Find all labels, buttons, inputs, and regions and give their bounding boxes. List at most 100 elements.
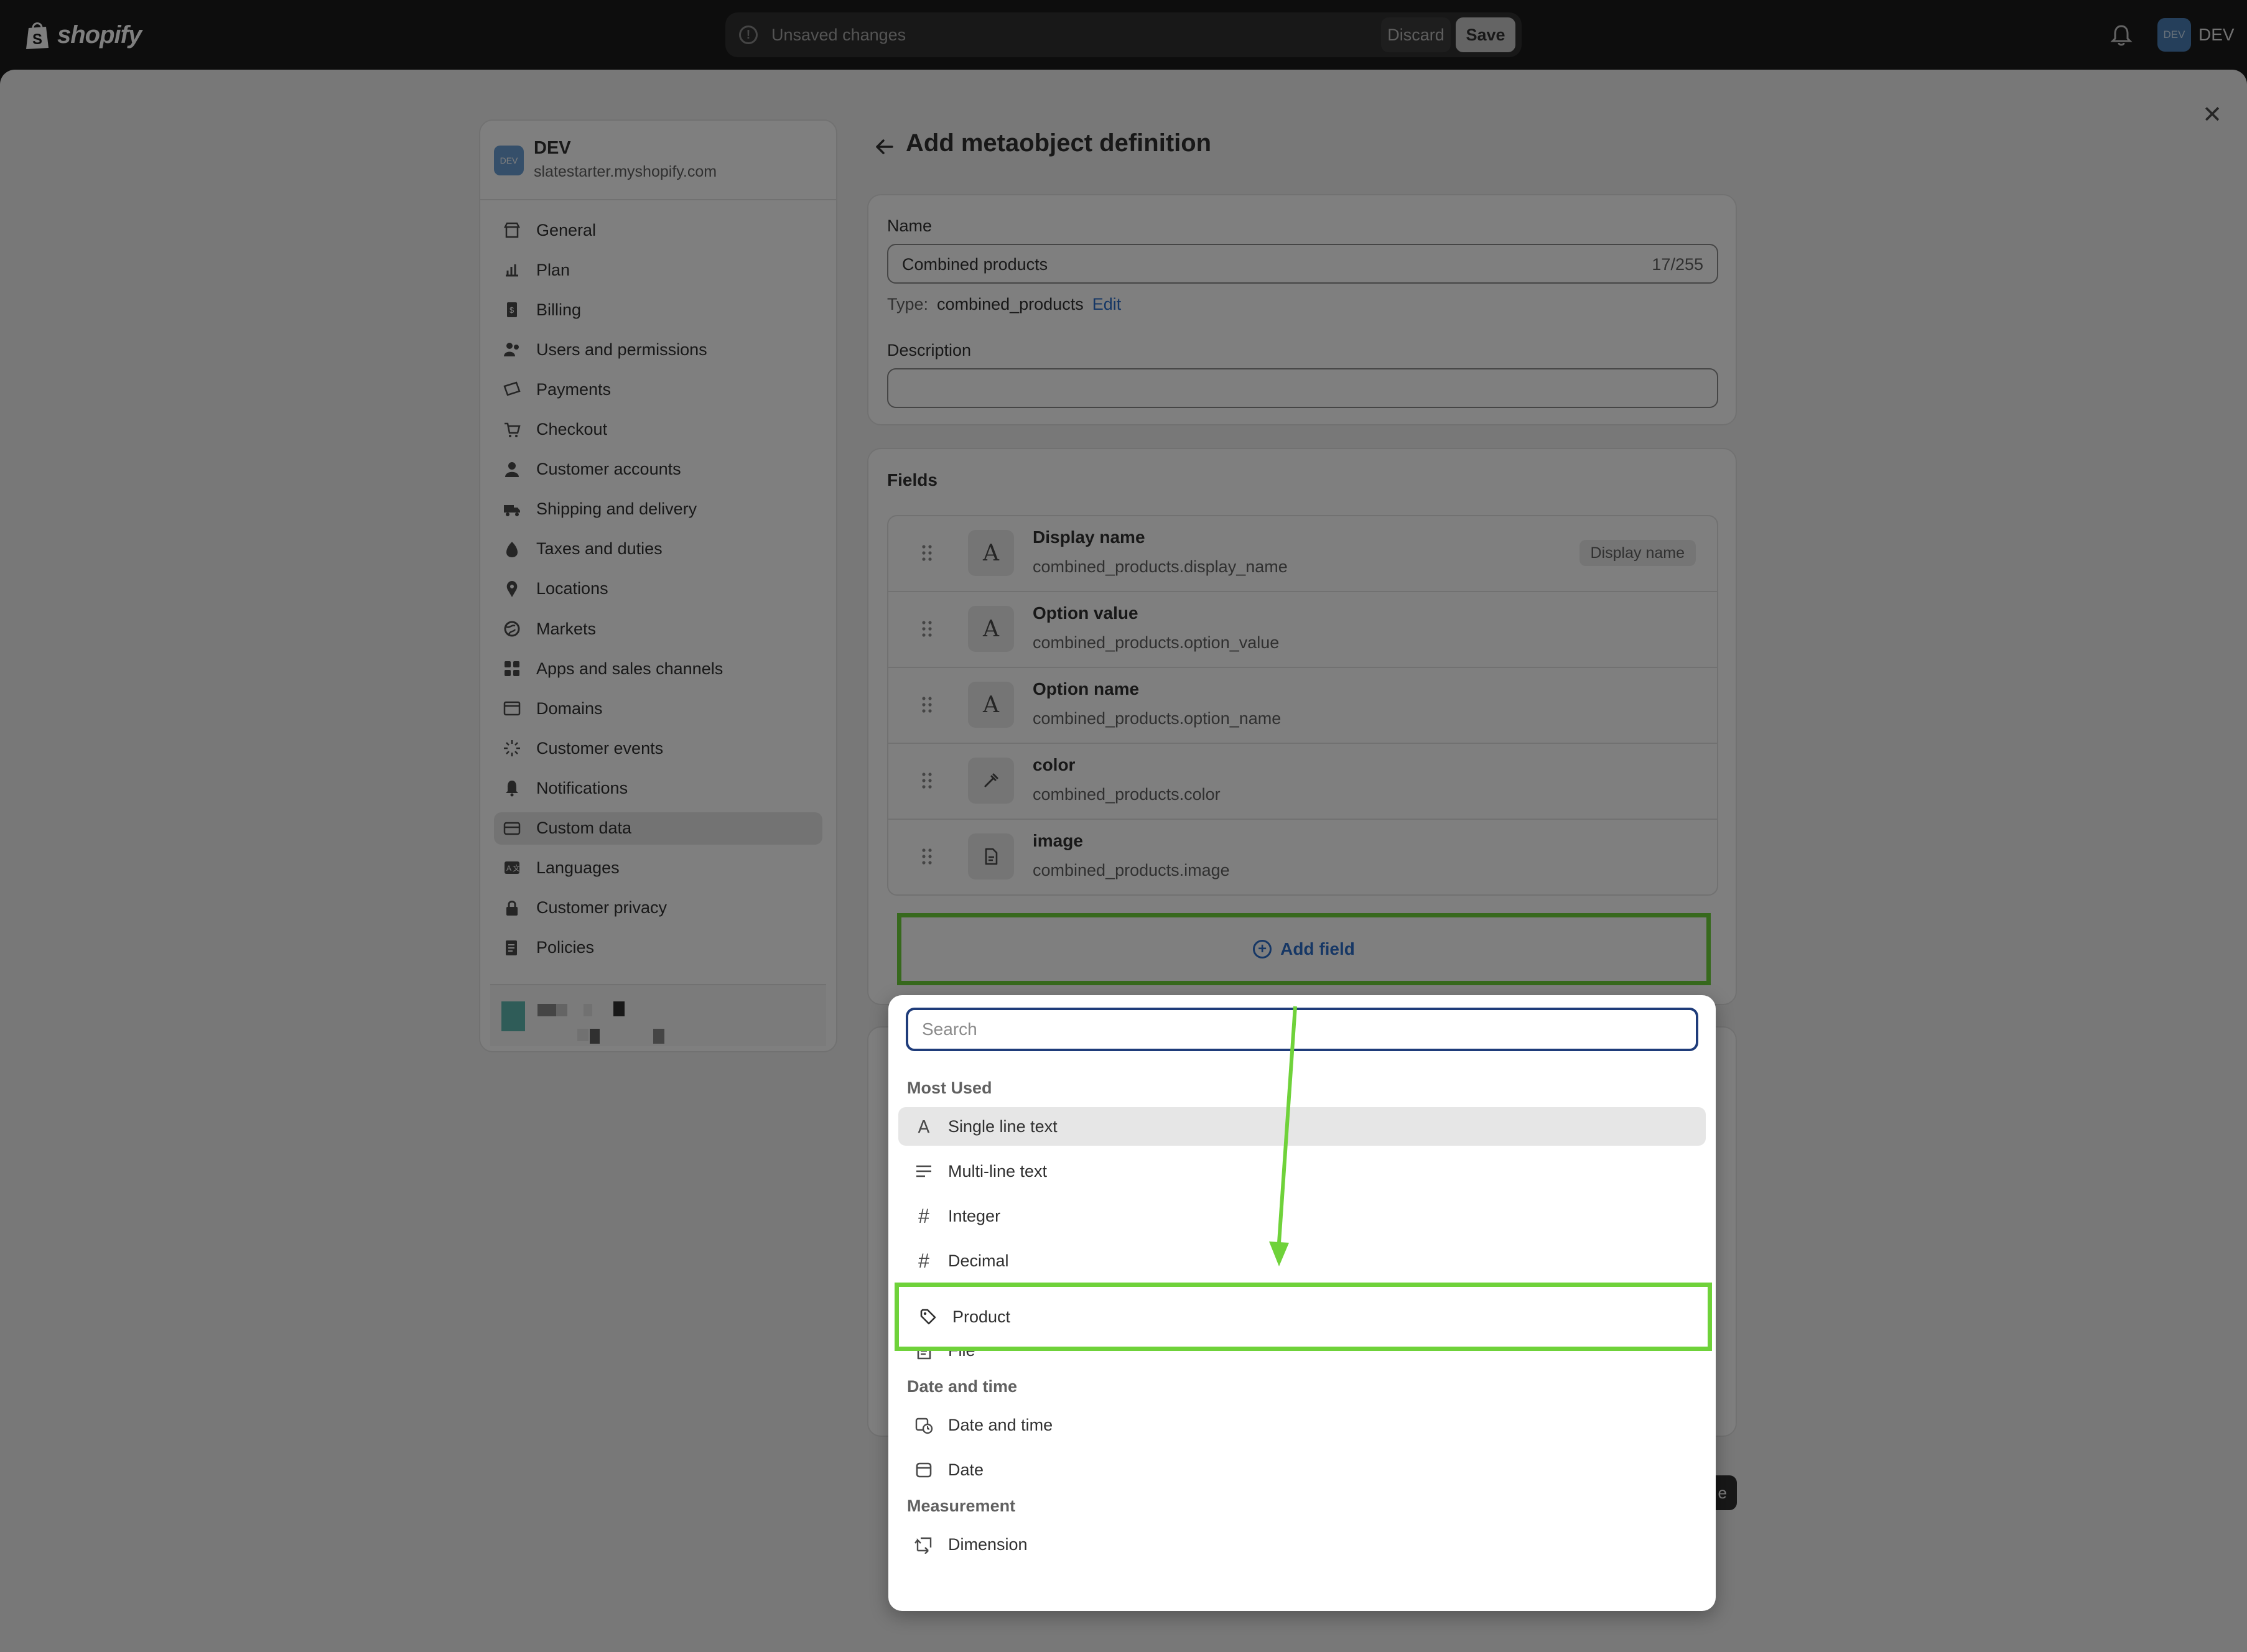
- sidebar-item-domains[interactable]: Domains: [494, 692, 822, 725]
- account-name: DEV: [2198, 25, 2235, 44]
- sidebar-item-custom-data[interactable]: Custom data: [494, 812, 822, 845]
- sidebar-item-label: Customer accounts: [536, 460, 681, 479]
- sidebar-item-users-and-permissions[interactable]: Users and permissions: [494, 333, 822, 366]
- unsaved-message: Unsaved changes: [771, 25, 906, 44]
- drag-handle-icon[interactable]: [921, 847, 933, 866]
- back-arrow-icon[interactable]: [871, 133, 898, 160]
- store-avatar: DEV: [494, 146, 524, 175]
- field-row[interactable]: A Option value combined_products.option_va…: [888, 592, 1717, 668]
- sidebar-item-checkout[interactable]: Checkout: [494, 414, 822, 446]
- dropdown-item-product-highlighted[interactable]: Product: [895, 1283, 1712, 1351]
- field-key: combined_products.display_name: [1033, 557, 1288, 576]
- store-icon: [503, 221, 521, 239]
- billing-icon: $: [503, 300, 521, 319]
- field-row[interactable]: image combined_products.image: [888, 820, 1717, 894]
- dropdown-item-label: Single line text: [948, 1116, 1058, 1136]
- name-char-counter: 17/255: [1652, 255, 1703, 274]
- lock-icon: [503, 899, 521, 917]
- plan-icon: [503, 261, 521, 279]
- field-key: combined_products.option_value: [1033, 633, 1280, 652]
- discard-button[interactable]: Discard: [1381, 17, 1451, 52]
- alert-circle-icon: !: [739, 26, 758, 44]
- sidebar-item-apps-and-sales-channels[interactable]: Apps and sales channels: [494, 652, 822, 685]
- sidebar-item-notifications[interactable]: Notifications: [494, 772, 822, 804]
- sidebar-item-label: Policies: [536, 938, 595, 957]
- account-menu[interactable]: DEV DEV: [2157, 17, 2235, 52]
- store-header[interactable]: DEV DEV slatestarter.myshopify.com: [480, 121, 836, 200]
- sidebar-item-label: Custom data: [536, 819, 632, 837]
- notifications-bell-icon[interactable]: [2109, 22, 2134, 47]
- date-icon: [913, 1459, 934, 1480]
- sidebar-item-label: Checkout: [536, 420, 608, 439]
- sidebar-item-plan[interactable]: Plan: [494, 254, 822, 286]
- field-row[interactable]: A Option name combined_products.option_nam…: [888, 668, 1717, 744]
- name-input[interactable]: Combined products 17/255: [887, 244, 1718, 284]
- page-title: Add metaobject definition: [906, 129, 1212, 157]
- sidebar-item-label: Billing: [536, 300, 582, 319]
- svg-text:文: 文: [513, 863, 520, 873]
- sidebar-item-label: Shipping and delivery: [536, 499, 697, 519]
- dropdown-item-date-and-time[interactable]: Date and time: [898, 1406, 1706, 1444]
- type-row: Type: combined_products Edit: [887, 295, 1121, 314]
- shopify-wordmark: shopify: [57, 21, 142, 49]
- tax-icon: [503, 540, 521, 559]
- field-name: Display name: [1033, 527, 1145, 547]
- sidebar-item-locations[interactable]: Locations: [494, 573, 822, 605]
- dropdown-item-label: Date: [948, 1460, 984, 1479]
- domains-icon: [503, 699, 521, 718]
- dropdown-item-single-line-text[interactable]: A Single line text: [898, 1107, 1706, 1146]
- sidebar-item-label: Languages: [536, 858, 620, 878]
- field-name: color: [1033, 755, 1076, 774]
- users-icon: [503, 340, 521, 359]
- sidebar-item-languages[interactable]: A 文 Languages: [494, 852, 822, 884]
- sidebar-item-markets[interactable]: Markets: [494, 613, 822, 645]
- shopify-bag-icon: S: [26, 22, 49, 49]
- sidebar-item-billing[interactable]: $ Billing: [494, 294, 822, 326]
- description-input[interactable]: [887, 368, 1718, 408]
- sidebar-item-general[interactable]: General: [494, 214, 822, 246]
- drag-handle-icon[interactable]: [921, 620, 933, 638]
- sidebar-item-payments[interactable]: Payments: [494, 373, 822, 406]
- field-name: image: [1033, 831, 1083, 850]
- sidebar-item-label: Apps and sales channels: [536, 659, 723, 678]
- sidebar-item-policies[interactable]: Policies: [494, 932, 822, 964]
- add-field-label: Add field: [1280, 939, 1355, 958]
- sidebar-item-customer-accounts[interactable]: Customer accounts: [494, 453, 822, 486]
- dropdown-item-label: Multi-line text: [948, 1161, 1048, 1181]
- field-row[interactable]: color combined_products.color: [888, 744, 1717, 820]
- dropdown-item-dimension[interactable]: Dimension: [898, 1525, 1706, 1564]
- dropdown-group-title: Date and time: [907, 1377, 1018, 1396]
- product-item-label: Product: [952, 1307, 1011, 1326]
- search-input[interactable]: [908, 1010, 1696, 1049]
- sidebar-item-taxes-and-duties[interactable]: Taxes and duties: [494, 533, 822, 565]
- shopify-logo[interactable]: S shopify: [24, 16, 142, 53]
- description-label: Description: [887, 341, 972, 360]
- dropdown-item-label: Date and time: [948, 1415, 1053, 1434]
- file-icon: [968, 833, 1014, 879]
- truck-icon: [503, 500, 521, 519]
- field-name: Option value: [1033, 603, 1138, 623]
- name-input-value: Combined products: [902, 255, 1048, 274]
- drag-handle-icon[interactable]: [921, 695, 933, 714]
- field-row[interactable]: A Display name combined_products.display_n…: [888, 516, 1717, 592]
- field-list: A Display name combined_products.display_n…: [887, 515, 1718, 896]
- custom-data-icon: [503, 819, 521, 838]
- sidebar-item-label: Payments: [536, 379, 612, 399]
- dropdown-item-decimal[interactable]: # Decimal: [898, 1241, 1706, 1280]
- sidebar-item-customer-privacy[interactable]: Customer privacy: [494, 892, 822, 924]
- dropdown-item-integer[interactable]: # Integer: [898, 1197, 1706, 1235]
- drag-handle-icon[interactable]: [921, 544, 933, 562]
- events-icon: [503, 739, 521, 758]
- text-icon: A: [968, 530, 1014, 576]
- close-icon[interactable]: ✕: [2196, 98, 2228, 131]
- save-button[interactable]: Save: [1456, 17, 1515, 52]
- sidebar-item-label: Domains: [536, 698, 603, 718]
- sidebar-item-shipping-and-delivery[interactable]: Shipping and delivery: [494, 493, 822, 526]
- drag-handle-icon[interactable]: [921, 771, 933, 790]
- dropdown-item-date[interactable]: Date: [898, 1450, 1706, 1489]
- add-field-button[interactable]: + Add field: [897, 913, 1711, 985]
- sidebar-item-customer-events[interactable]: Customer events: [494, 732, 822, 764]
- search-field[interactable]: [906, 1008, 1698, 1051]
- dropdown-item-multi-line-text[interactable]: Multi-line text: [898, 1152, 1706, 1190]
- type-edit-link[interactable]: Edit: [1092, 295, 1122, 314]
